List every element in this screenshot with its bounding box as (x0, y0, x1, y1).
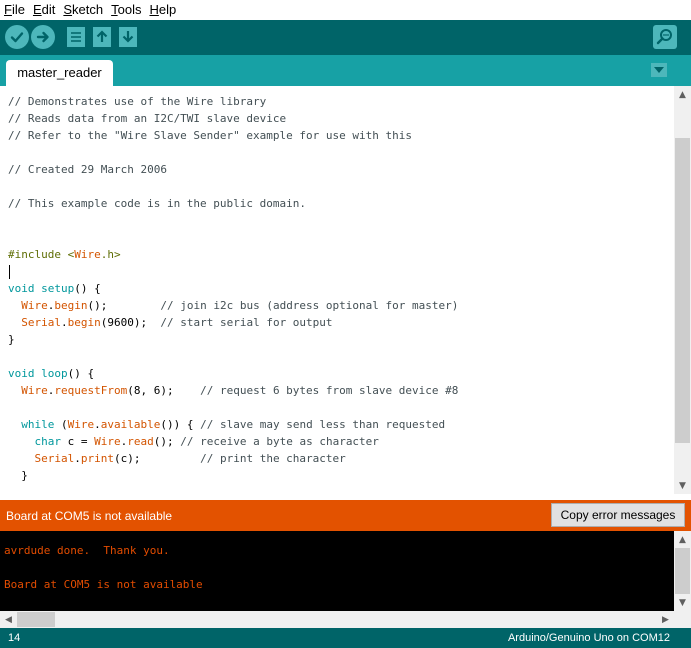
console-line: avrdude done. Thank you. (4, 544, 170, 557)
scroll-down-icon[interactable]: ▼ (674, 594, 691, 611)
open-sketch-button[interactable] (90, 25, 114, 49)
code-line: while (Wire.available()) { // slave may … (21, 418, 446, 431)
menu-tools[interactable]: Tools (107, 0, 145, 20)
scroll-right-icon[interactable]: ▶ (657, 611, 674, 628)
copy-error-messages-button[interactable]: Copy error messages (551, 503, 685, 527)
code-line: Serial.print(c); // print the character (34, 452, 346, 465)
console-vertical-scrollbar[interactable]: ▲ ▼ (674, 531, 691, 611)
console-line: Board at COM5 is not available (4, 578, 203, 591)
code-line: // Reads data from an I2C/TWI slave devi… (8, 112, 287, 125)
code-line: void setup() { (8, 282, 101, 295)
scrollbar-thumb[interactable] (17, 612, 55, 627)
scrollbar-thumb[interactable] (675, 548, 690, 594)
line-number: 14 (8, 632, 21, 644)
console-output[interactable]: avrdude done. Thank you. Board at COM5 i… (0, 531, 674, 611)
code-line: Wire.begin(); // join i2c bus (address o… (21, 299, 459, 312)
console-horizontal-scrollbar[interactable]: ◀ ▶ (0, 611, 674, 628)
code-line: } (8, 469, 28, 482)
serial-monitor-button[interactable] (653, 25, 677, 49)
save-sketch-button[interactable] (116, 25, 140, 49)
status-bar: Board at COM5 is not available Copy erro… (0, 500, 691, 531)
toolbar (0, 20, 691, 55)
open-sketch-icon (93, 27, 111, 47)
code-line: void loop() { (8, 367, 95, 380)
menu-bar: File Edit Sketch Tools Help (0, 0, 691, 20)
scroll-down-icon[interactable]: ▼ (674, 477, 691, 494)
text-cursor (9, 265, 10, 279)
menu-sketch[interactable]: Sketch (59, 0, 107, 20)
code-line: // Demonstrates use of the Wire library (8, 95, 267, 108)
serial-monitor-magnifier-icon (653, 25, 677, 49)
code-text: // Demonstrates use of the Wire library … (8, 93, 458, 484)
new-sketch-button[interactable] (64, 25, 88, 49)
code-editor[interactable]: // Demonstrates use of the Wire library … (0, 86, 674, 494)
code-line: } (8, 333, 15, 346)
menu-edit[interactable]: Edit (29, 0, 59, 20)
scrollbar-thumb[interactable] (675, 138, 690, 443)
code-line: Wire.requestFrom(8, 6); // request 6 byt… (21, 384, 459, 397)
editor-vertical-scrollbar[interactable]: ▲ ▼ (674, 86, 691, 494)
save-sketch-icon (119, 27, 137, 47)
menu-help[interactable]: Help (145, 0, 180, 20)
scrollbar-corner (674, 611, 691, 628)
tab-master-reader[interactable]: master_reader (6, 60, 113, 86)
menu-file[interactable]: File (0, 0, 29, 20)
scroll-up-icon[interactable]: ▲ (674, 531, 691, 548)
tab-menu-button[interactable] (651, 63, 667, 77)
code-line: // This example code is in the public do… (8, 197, 307, 210)
scroll-up-icon[interactable]: ▲ (674, 86, 691, 103)
board-port-info: Arduino/Genuino Uno on COM12 (507, 632, 670, 644)
code-line: Serial.begin(9600); // start serial for … (21, 316, 333, 329)
status-message: Board at COM5 is not available (6, 509, 173, 523)
code-line: char c = Wire.read(); // receive a byte … (34, 435, 379, 448)
new-sketch-icon (67, 27, 85, 47)
chevron-down-icon (654, 67, 664, 73)
upload-button[interactable] (31, 25, 55, 49)
scroll-left-icon[interactable]: ◀ (0, 611, 17, 628)
code-line: // Created 29 March 2006 (8, 163, 167, 176)
verify-check-icon (10, 32, 24, 43)
footer-bar: 14 Arduino/Genuino Uno on COM12 (0, 628, 691, 648)
code-line: #include <Wire.h> (8, 248, 121, 261)
console-text: avrdude done. Thank you. Board at COM5 i… (4, 542, 203, 593)
verify-button[interactable] (5, 25, 29, 49)
code-line: // Refer to the "Wire Slave Sender" exam… (8, 129, 412, 142)
upload-arrow-icon (36, 31, 49, 43)
tab-bar: master_reader (0, 55, 691, 86)
